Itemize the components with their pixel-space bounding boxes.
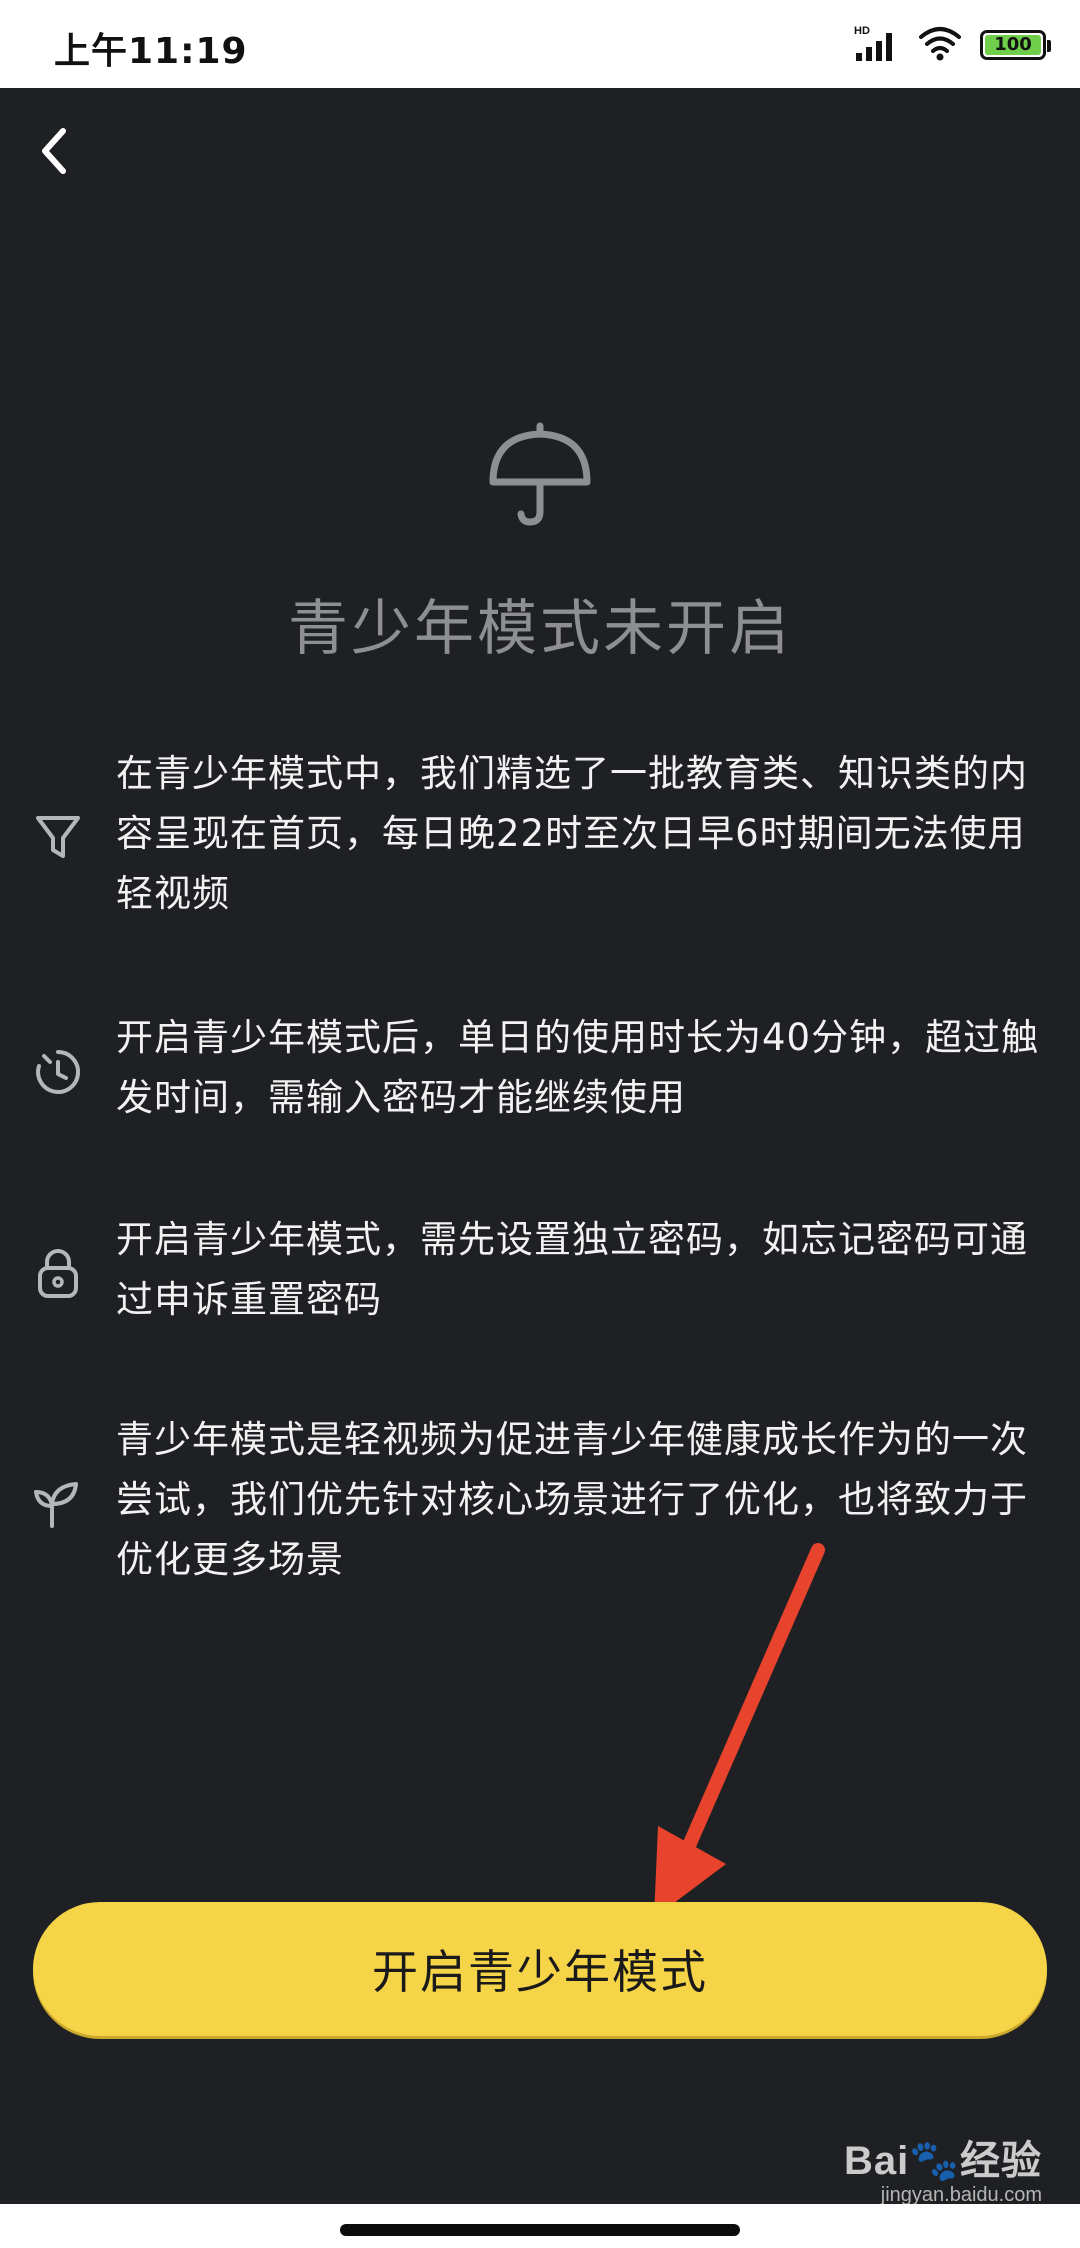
filter-funnel-icon (36, 816, 80, 858)
sprout-icon (34, 1482, 78, 1528)
cellular-signal-icon: HD (854, 23, 900, 67)
lock-icon (38, 1249, 78, 1298)
feature-text: 青少年模式是轻视频为促进青少年健康成长作为的一次尝试，我们优先针对核心场景进行了… (116, 1418, 1028, 1581)
watermark: Bai🐾经验 jingyan.baidu.com (844, 2128, 1042, 2207)
battery-icon: 100 (980, 30, 1051, 60)
status-time: 上午11:19 (54, 31, 248, 72)
annotation-arrow-icon (654, 1543, 825, 1918)
enable-teen-mode-button[interactable]: 开启青少年模式 (33, 1902, 1047, 2036)
feature-text: 开启青少年模式后，单日的使用时长为40分钟，超过触发时间，需输入密码才能继续使用 (116, 1016, 1040, 1119)
network-type-label: HD (854, 25, 870, 37)
status-icons: HD 100 (854, 22, 1051, 68)
enable-teen-mode-label: 开启青少年模式 (372, 1945, 708, 1999)
wifi-icon (918, 25, 962, 65)
watermark-logo: Bai🐾经验 (843, 2139, 1042, 2183)
chevron-left-icon (42, 128, 66, 174)
battery-level: 100 (985, 35, 1041, 55)
feature-text: 在青少年模式中，我们精选了一批教育类、知识类的内容呈现在首页，每日晚22时至次日… (116, 752, 1028, 915)
page-title: 青少年模式未开启 (288, 594, 792, 664)
home-indicator[interactable] (340, 2224, 740, 2236)
back-button[interactable] (20, 116, 90, 186)
umbrella-icon (489, 422, 591, 526)
status-bar: 上午11:19 HD 100 (0, 0, 1080, 88)
timer-icon (36, 1049, 81, 1094)
feature-text: 开启青少年模式，需先设置独立密码，如忘记密码可通过申诉重置密码 (116, 1218, 1028, 1321)
